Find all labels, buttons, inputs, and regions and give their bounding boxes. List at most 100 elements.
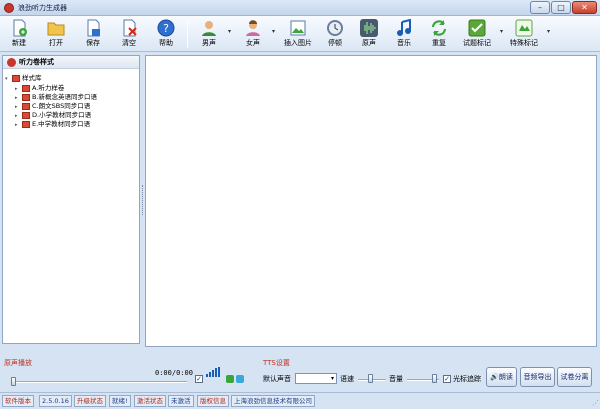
book-icon <box>22 111 30 119</box>
playback-section-label: 原声播放 <box>4 359 32 367</box>
open-label: 打开 <box>49 39 63 47</box>
toolbar-separator <box>187 20 188 48</box>
tree-header-label: 听力卷样式 <box>19 58 54 66</box>
open-button[interactable]: 打开 <box>43 18 69 50</box>
pause-button[interactable]: 停顿 <box>322 18 348 50</box>
tree-root-node[interactable]: ▾ 样式库 <box>5 74 42 83</box>
tree-root-label: 样式库 <box>22 74 42 82</box>
upgrade-status-value: 就绪! <box>109 395 131 407</box>
pause-clock-icon <box>327 20 343 36</box>
play-icon[interactable] <box>226 375 234 383</box>
tree-item-label: C.朗文SBS同步口语 <box>32 102 91 110</box>
help-label: 帮助 <box>159 39 173 47</box>
app-logo-icon <box>4 3 14 13</box>
repeat-arrows-icon <box>431 20 447 36</box>
female-voice-label: 女声 <box>246 39 260 47</box>
tree-item-label: B.新概念英语同步口语 <box>32 93 98 101</box>
version-label: 软件版本 <box>2 395 34 407</box>
special-mark-dropdown-arrow[interactable]: ▾ <box>547 28 550 35</box>
volume-level-icon <box>206 367 222 377</box>
special-mark-label: 特殊标记 <box>510 39 538 47</box>
status-bar: 软件版本 2.5.0.16 升级状态 就绪! 激活状态 未激活 版权信息 上海浪… <box>0 392 600 409</box>
special-mark-button[interactable]: 特殊标记 ▾ <box>508 18 550 50</box>
playback-checkbox[interactable]: ✓ <box>195 375 203 383</box>
activation-status-label: 激活状态 <box>134 395 166 407</box>
question-mark-button[interactable]: 试题标记 ▾ <box>461 18 503 50</box>
voice-label: 默认声音 <box>263 375 291 383</box>
maximize-button[interactable]: □ <box>551 1 571 14</box>
special-mark-icon <box>515 19 533 37</box>
repeat-button[interactable]: 重复 <box>426 18 452 50</box>
question-mark-dropdown-arrow[interactable]: ▾ <box>500 28 503 35</box>
female-voice-button[interactable]: 女声 ▾ <box>240 18 275 50</box>
paper-split-button[interactable]: 试卷分离 <box>557 367 592 387</box>
listening-logo-icon <box>7 57 16 67</box>
clear-button[interactable]: 清空 <box>116 18 142 50</box>
insert-image-icon <box>290 20 306 36</box>
save-button[interactable]: 保存 <box>80 18 106 50</box>
close-button[interactable]: ✕ <box>572 1 597 14</box>
original-sound-button[interactable]: 原声 <box>356 18 382 50</box>
question-mark-label: 试题标记 <box>463 39 491 47</box>
window-title: 浪劲听力生成器 <box>18 4 67 12</box>
save-label: 保存 <box>86 39 100 47</box>
new-doc-icon <box>13 19 27 37</box>
book-icon <box>22 102 30 110</box>
read-aloud-button[interactable]: 🔊朗读 <box>486 367 517 387</box>
music-note-icon <box>397 19 411 36</box>
tree-item[interactable]: ▸ A.听力样卷 <box>15 84 64 93</box>
read-aloud-label: 朗读 <box>498 373 513 381</box>
resize-grip-icon[interactable]: ⋰ <box>589 398 599 408</box>
music-button[interactable]: 音乐 <box>391 18 417 50</box>
style-tree-panel: 听力卷样式 ▾ 样式库 ▸ A.听力样卷 ▸ B.新概念英语同步口语 ▸ C.朗文SBS… <box>2 55 140 344</box>
male-voice-dropdown-arrow[interactable]: ▾ <box>228 28 231 35</box>
clear-doc-icon <box>123 19 137 37</box>
audio-export-button[interactable]: 音频导出 <box>520 367 555 387</box>
expand-icon[interactable]: ▸ <box>15 121 22 130</box>
new-label: 新建 <box>12 39 26 47</box>
copyright-label: 版权信息 <box>197 395 229 407</box>
tree-item[interactable]: ▸ C.朗文SBS同步口语 <box>15 102 90 111</box>
original-sound-label: 原声 <box>362 39 376 47</box>
tree-item[interactable]: ▸ B.新概念英语同步口语 <box>15 93 97 102</box>
activation-status-value: 未激活 <box>168 395 194 407</box>
tree-header: 听力卷样式 <box>3 56 139 69</box>
help-button[interactable]: ? 帮助 <box>153 18 179 50</box>
playback-slider-thumb[interactable] <box>11 377 16 386</box>
voice-select[interactable]: ▾ <box>295 373 337 384</box>
playback-slider[interactable] <box>12 381 187 383</box>
question-mark-icon <box>468 19 486 37</box>
tree-item[interactable]: ▸ D.小学教材同步口语 <box>15 111 91 120</box>
volume-slider-thumb[interactable] <box>432 374 437 383</box>
toolbar: 新建 打开 保存 清空 ? 帮助 男声 ▾ 女声 ▾ 插入图片 停顿 原声 音乐 <box>0 16 600 52</box>
male-voice-button[interactable]: 男声 ▾ <box>196 18 231 50</box>
insert-image-button[interactable]: 插入图片 <box>283 18 313 50</box>
female-voice-dropdown-arrow[interactable]: ▾ <box>272 28 275 35</box>
new-button[interactable]: 新建 <box>6 18 32 50</box>
title-bar: 浪劲听力生成器 – □ ✕ <box>0 0 600 16</box>
volume-label: 音量 <box>389 375 403 383</box>
help-icon: ? <box>157 19 175 37</box>
collapse-icon[interactable]: ▾ <box>5 75 12 84</box>
waveform-icon <box>360 19 378 37</box>
splitter-grip[interactable] <box>142 185 144 215</box>
tree-item-label: E.中学教材同步口语 <box>32 120 91 128</box>
svg-text:?: ? <box>163 22 169 35</box>
speed-label: 语速 <box>340 375 354 383</box>
music-label: 音乐 <box>397 39 411 47</box>
male-voice-icon <box>202 21 216 36</box>
minimize-button[interactable]: – <box>530 1 550 14</box>
speed-slider-thumb[interactable] <box>368 374 373 383</box>
save-doc-icon <box>87 19 100 37</box>
book-icon <box>22 84 30 92</box>
upgrade-status-label: 升级状态 <box>74 395 106 407</box>
stop-icon[interactable] <box>236 375 244 383</box>
tree-item[interactable]: ▸ E.中学教材同步口语 <box>15 120 90 129</box>
pause-label: 停顿 <box>328 39 342 47</box>
male-voice-label: 男声 <box>202 39 216 47</box>
version-value: 2.5.0.16 <box>39 395 72 407</box>
tree-item-label: D.小学教材同步口语 <box>32 111 92 119</box>
speaker-icon: 🔊 <box>490 373 499 381</box>
cursor-track-checkbox[interactable]: ✓ <box>443 375 451 383</box>
editor-area[interactable] <box>145 55 597 347</box>
